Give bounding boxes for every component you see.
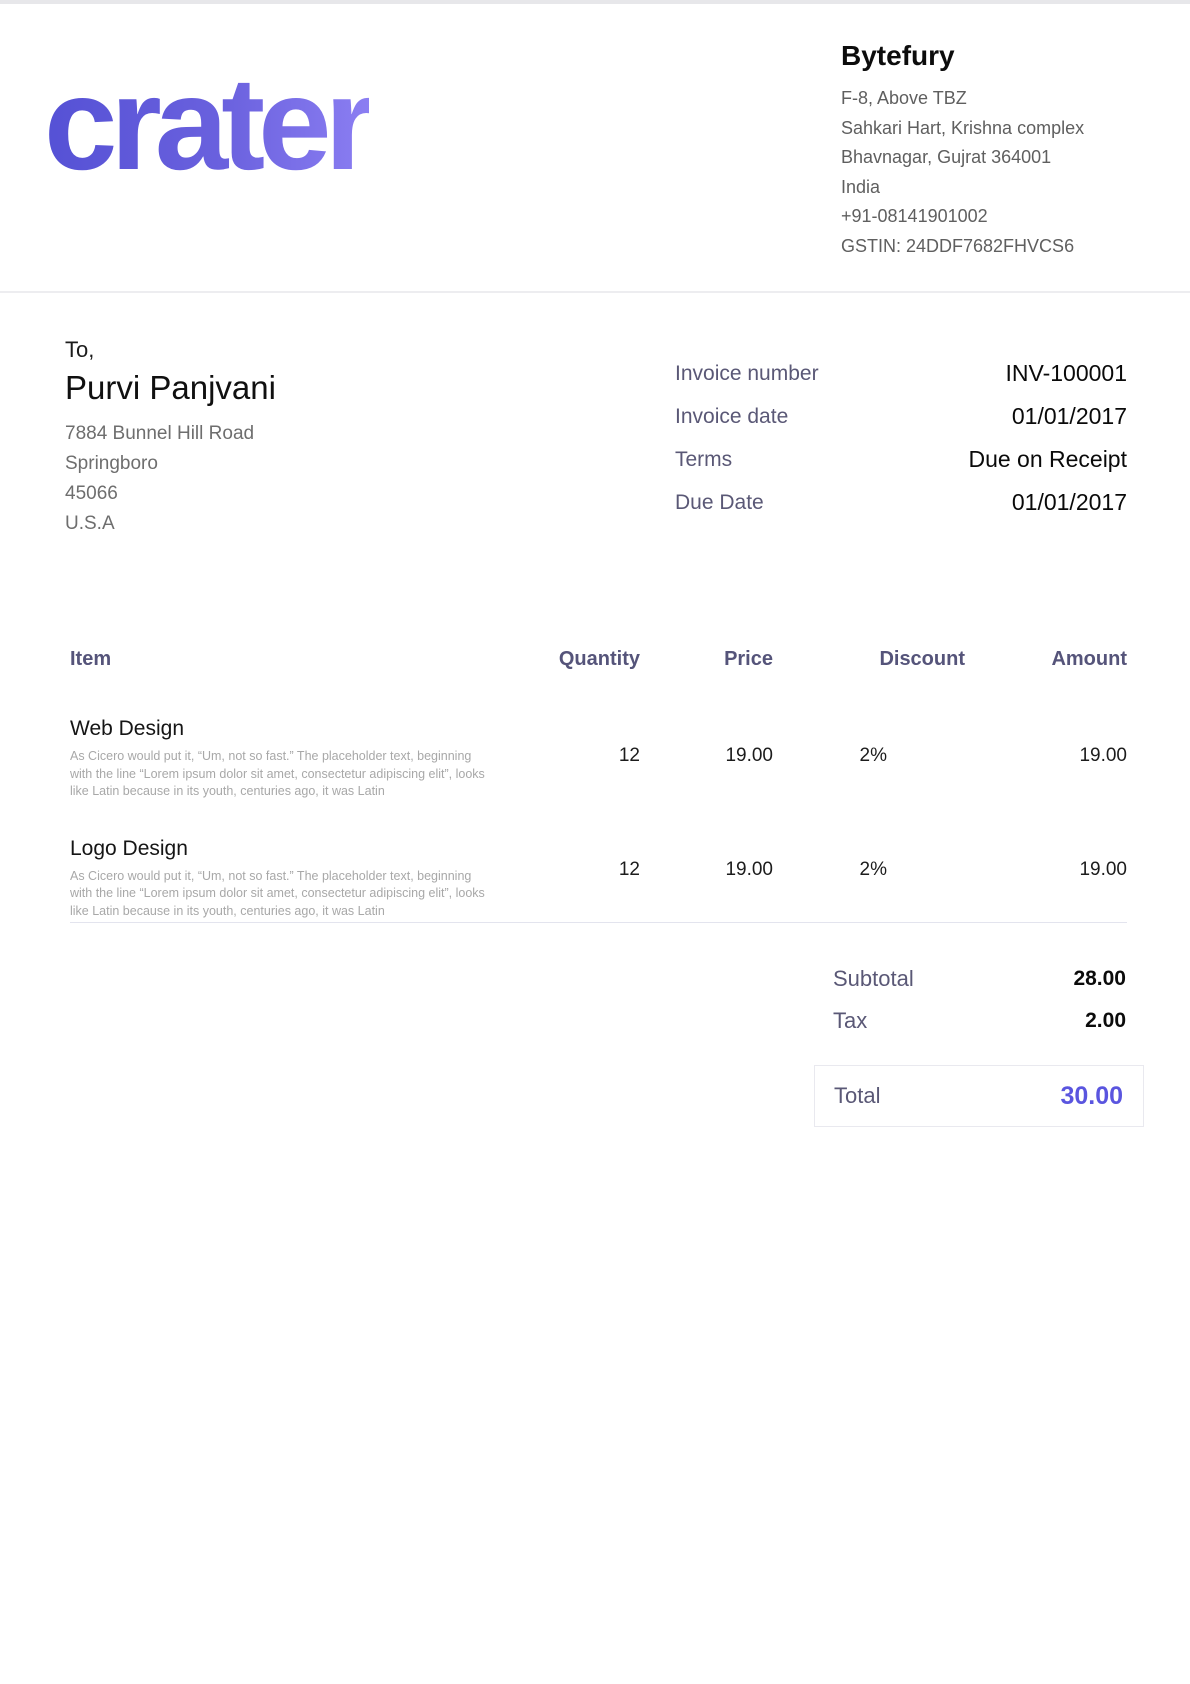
customer-address: 7884 Bunnel Hill Road Springboro 45066 U… (65, 419, 276, 539)
bill-to-prefix: To, (65, 337, 276, 363)
company-info: Bytefury F-8, Above TBZ Sahkari Hart, Kr… (841, 40, 1084, 261)
meta-row-invoice-date: Invoice date 01/01/2017 (675, 395, 1127, 438)
crater-logo: crater (44, 58, 369, 190)
company-gstin: GSTIN: 24DDF7682FHVCS6 (841, 232, 1084, 262)
due-date-label: Due Date (675, 491, 764, 515)
column-header-price: Price (640, 648, 773, 685)
meta-row-invoice-number: Invoice number INV-100001 (675, 352, 1127, 395)
totals-block: Subtotal 28.00 Tax 2.00 Total 30.00 (814, 958, 1144, 1127)
company-address-line: Sahkari Hart, Krishna complex (841, 114, 1084, 144)
item-quantity: 12 (450, 685, 640, 801)
column-header-amount: Amount (965, 648, 1127, 685)
column-header-item: Item (70, 648, 450, 685)
item-cell: Web Design As Cicero would put it, “Um, … (70, 685, 450, 801)
item-price: 19.00 (640, 685, 773, 801)
company-address: F-8, Above TBZ Sahkari Hart, Krishna com… (841, 84, 1084, 261)
customer-address-line: Springboro (65, 449, 276, 479)
total-value: 30.00 (1060, 1082, 1123, 1111)
items-table: Item Quantity Price Discount Amount Web … (70, 648, 1127, 923)
customer-address-line: 45066 (65, 479, 276, 509)
total-label: Total (834, 1083, 880, 1109)
item-description: As Cicero would put it, “Um, not so fast… (70, 748, 490, 801)
terms-value: Due on Receipt (968, 446, 1127, 473)
invoice-header: crater Bytefury F-8, Above TBZ Sahkari H… (0, 4, 1190, 293)
company-address-line: Bhavnagar, Gujrat 364001 (841, 143, 1084, 173)
customer-address-line: U.S.A (65, 509, 276, 539)
item-row: Logo Design As Cicero would put it, “Um,… (70, 801, 1127, 923)
invoice-date-value: 01/01/2017 (1012, 403, 1127, 430)
item-description: As Cicero would put it, “Um, not so fast… (70, 868, 490, 921)
company-address-line: India (841, 173, 1084, 203)
tax-label: Tax (833, 1008, 867, 1034)
column-header-quantity: Quantity (450, 648, 640, 685)
meta-row-terms: Terms Due on Receipt (675, 438, 1127, 481)
customer-name: Purvi Panjvani (65, 369, 276, 407)
column-header-discount: Discount (773, 648, 965, 685)
item-name: Web Design (70, 717, 450, 741)
item-cell: Logo Design As Cicero would put it, “Um,… (70, 801, 450, 923)
subtotal-row: Subtotal 28.00 (814, 958, 1144, 1000)
invoice-number-label: Invoice number (675, 362, 819, 386)
item-amount: 19.00 (965, 801, 1127, 923)
invoice-page: crater Bytefury F-8, Above TBZ Sahkari H… (0, 0, 1190, 1684)
item-discount: 2% (773, 685, 965, 801)
tax-value: 2.00 (1085, 1009, 1126, 1033)
customer-address-line: 7884 Bunnel Hill Road (65, 419, 276, 449)
item-name: Logo Design (70, 837, 450, 861)
company-phone: +91-08141901002 (841, 202, 1084, 232)
item-price: 19.00 (640, 801, 773, 923)
due-date-value: 01/01/2017 (1012, 489, 1127, 516)
item-quantity: 12 (450, 801, 640, 923)
tax-row: Tax 2.00 (814, 1000, 1144, 1042)
subtotal-value: 28.00 (1073, 967, 1126, 991)
items-table-header: Item Quantity Price Discount Amount (70, 648, 1127, 685)
total-box: Total 30.00 (814, 1065, 1144, 1127)
invoice-meta: Invoice number INV-100001 Invoice date 0… (675, 352, 1127, 524)
item-row: Web Design As Cicero would put it, “Um, … (70, 685, 1127, 801)
company-address-line: F-8, Above TBZ (841, 84, 1084, 114)
item-discount: 2% (773, 801, 965, 923)
meta-row-due-date: Due Date 01/01/2017 (675, 481, 1127, 524)
invoice-date-label: Invoice date (675, 405, 788, 429)
invoice-number-value: INV-100001 (1006, 360, 1127, 387)
bill-to-block: To, Purvi Panjvani 7884 Bunnel Hill Road… (65, 337, 276, 539)
subtotal-label: Subtotal (833, 966, 914, 992)
terms-label: Terms (675, 448, 732, 472)
item-amount: 19.00 (965, 685, 1127, 801)
company-name: Bytefury (841, 40, 1084, 72)
